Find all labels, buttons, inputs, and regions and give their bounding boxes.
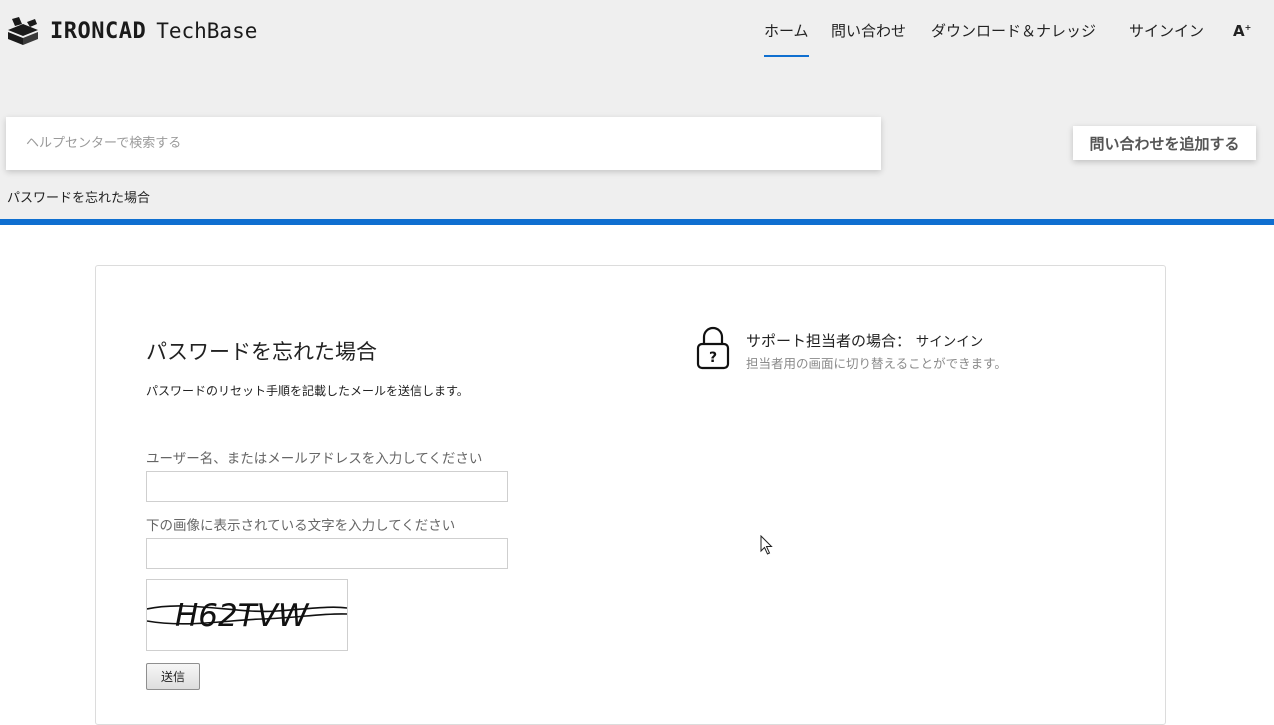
- submit-button[interactable]: 送信: [146, 663, 200, 690]
- search-input[interactable]: [6, 117, 881, 170]
- agent-title-text: サポート担当者の場合：: [746, 332, 912, 350]
- header-accent-bar: [0, 219, 1274, 225]
- page-title: パスワードを忘れた場合: [146, 340, 377, 364]
- logo-product-text: TechBase: [156, 19, 258, 43]
- breadcrumb[interactable]: パスワードを忘れた場合: [7, 187, 150, 206]
- mouse-cursor-icon: [760, 535, 773, 555]
- text-size-glyph: A: [1233, 22, 1245, 40]
- username-label: ユーザー名、またはメールアドレスを入力してください: [146, 451, 483, 467]
- agent-signin-block: ? サポート担当者の場合： サインイン 担当者用の画面に切り替えることができます…: [696, 326, 1056, 374]
- nav-downloads-knowledge[interactable]: ダウンロード＆ナレッジ: [931, 20, 1096, 44]
- nav-home[interactable]: ホーム: [764, 20, 809, 57]
- nav-sign-in[interactable]: サインイン: [1129, 20, 1204, 44]
- agent-signin-link[interactable]: サインイン: [916, 334, 984, 350]
- page-subtitle: パスワードのリセット手順を記載したメールを送信します。: [146, 384, 469, 398]
- text-size-icon[interactable]: A+: [1233, 22, 1251, 40]
- add-request-button[interactable]: 問い合わせを追加する: [1073, 126, 1256, 160]
- captcha-image: H62TVW: [146, 579, 348, 651]
- captcha-label: 下の画像に表示されている文字を入力してください: [146, 518, 456, 534]
- lock-question-icon: ?: [696, 326, 730, 370]
- site-header: IRONCAD TechBase ホーム 問い合わせ ダウンロード＆ナレッジ サ…: [0, 0, 1274, 220]
- captcha-text: H62TVW: [175, 598, 310, 634]
- svg-text:?: ?: [709, 350, 717, 366]
- captcha-input[interactable]: [146, 538, 508, 569]
- ironcad-logo-icon: [8, 17, 38, 45]
- agent-description: 担当者用の画面に切り替えることができます。: [746, 356, 1007, 371]
- logo-brand-text: IRONCAD: [50, 18, 147, 44]
- captcha-svg: H62TVW: [147, 598, 347, 634]
- nav-requests[interactable]: 問い合わせ: [831, 20, 906, 44]
- agent-title: サポート担当者の場合： サインイン: [746, 330, 983, 351]
- username-input[interactable]: [146, 471, 508, 502]
- site-logo[interactable]: IRONCAD TechBase: [6, 14, 257, 48]
